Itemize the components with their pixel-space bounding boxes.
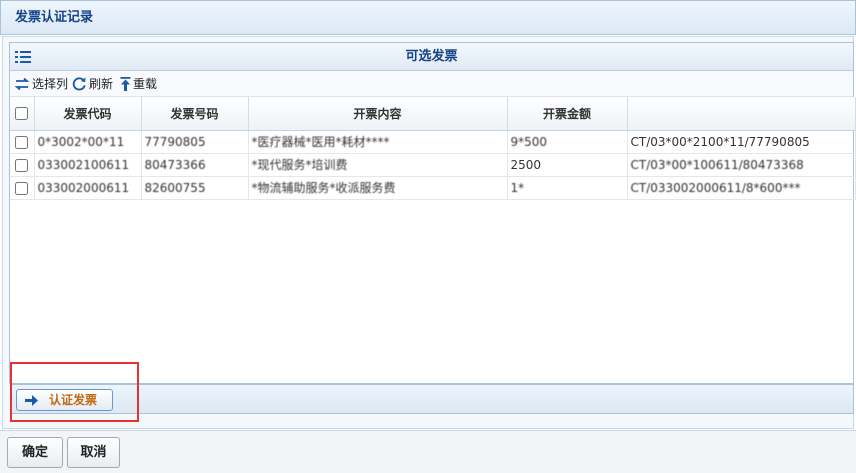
grid-toolbar: 选择列 刷新 重载: [10, 71, 853, 97]
row-checkbox[interactable]: [15, 181, 29, 195]
invoice-table: 发票代码 发票号码 开票内容 开票金额 0*3002*00*11 7779080…: [10, 97, 856, 200]
action-bar: [11, 384, 854, 414]
refresh-icon: [72, 77, 86, 91]
panel-header: 可选发票: [10, 43, 853, 71]
invoice-content-cell: *物流辅助服务*收派服务费: [248, 176, 508, 200]
invoice-content-cell: *医疗器械*医用*耗材****: [248, 130, 508, 154]
window-title: 发票认证记录: [0, 0, 856, 35]
column-header-content[interactable]: 开票内容: [248, 97, 508, 131]
invoice-number-cell: 82600755: [141, 176, 249, 200]
invoice-amount-cell: 1*: [507, 176, 628, 200]
select-all-cell: [10, 97, 35, 131]
table-header-row: 发票代码 发票号码 开票内容 开票金额: [10, 97, 856, 131]
column-header-invoice-code[interactable]: 发票代码: [34, 97, 142, 131]
select-columns-button[interactable]: 选择列: [14, 71, 68, 97]
reload-label: 重载: [133, 77, 158, 91]
invoice-code-cell: 0*3002*00*11: [34, 130, 142, 154]
row-select-cell: [10, 153, 35, 177]
row-select-cell: [10, 130, 35, 154]
invoice-number-cell: 80473366: [141, 153, 249, 177]
cancel-button[interactable]: 取消: [67, 437, 120, 468]
invoice-amount-cell: 9*500: [507, 130, 628, 154]
invoice-content-cell: *现代服务*培训费: [248, 153, 508, 177]
row-checkbox[interactable]: [15, 135, 29, 149]
row-checkbox[interactable]: [15, 158, 29, 172]
column-header-invoice-number[interactable]: 发票号码: [141, 97, 249, 131]
ok-button[interactable]: 确定: [7, 437, 63, 468]
column-header-extra[interactable]: [627, 97, 856, 131]
select-columns-label: 选择列: [32, 77, 69, 91]
verify-invoice-button[interactable]: 认证发票: [16, 389, 113, 411]
refresh-button[interactable]: 刷新: [72, 71, 113, 97]
refresh-label: 刷新: [89, 77, 114, 91]
table-row[interactable]: 033002100611 80473366 *现代服务*培训费 2500 CT/…: [10, 153, 856, 177]
arrow-right-icon: [25, 395, 38, 406]
columns-swap-icon: [14, 77, 30, 90]
reload-arrow-icon: [120, 76, 131, 91]
select-all-checkbox[interactable]: [15, 107, 29, 121]
column-header-amount[interactable]: 开票金额: [507, 97, 628, 131]
invoice-number-cell: 77790805: [141, 130, 249, 154]
row-select-cell: [10, 176, 35, 200]
invoice-code-cell: 033002000611: [34, 176, 142, 200]
reload-button[interactable]: 重载: [120, 71, 157, 97]
invoice-ref-cell: CT/03*00*100611/80473368: [627, 153, 856, 177]
dialog-footer: [0, 430, 856, 473]
invoice-code-cell: 033002100611: [34, 153, 142, 177]
verify-invoice-label: 认证发票: [49, 393, 98, 407]
table-row[interactable]: 0*3002*00*11 77790805 *医疗器械*医用*耗材**** 9*…: [10, 130, 856, 154]
panel-title: 可选发票: [405, 49, 458, 64]
invoice-amount-cell: 2500: [507, 153, 628, 177]
invoice-ref-cell: CT/033002000611/8*600***: [627, 176, 856, 200]
invoice-ref-cell: CT/03*00*2100*11/77790805: [627, 130, 856, 154]
table-row[interactable]: 033002000611 82600755 *物流辅助服务*收派服务费 1* C…: [10, 176, 856, 200]
invoice-grid-panel: 可选发票 选择列 刷新 重载 发票代码 发票号码 开票内容 开票金额 0*300…: [9, 42, 856, 384]
